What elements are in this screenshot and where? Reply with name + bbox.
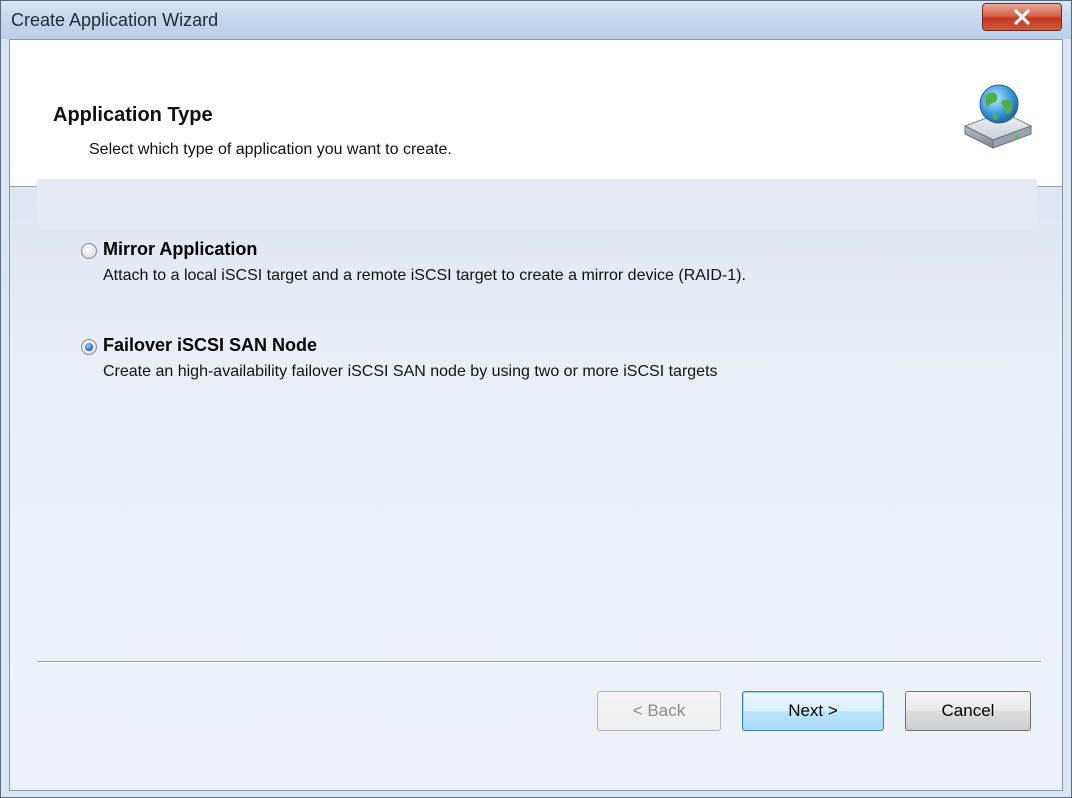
option-label[interactable]: Mirror Application (103, 239, 257, 260)
close-button[interactable] (982, 3, 1062, 31)
next-button[interactable]: Next > (742, 691, 884, 731)
wizard-client-area: Application Type Select which type of ap… (9, 39, 1063, 791)
wizard-header: Application Type Select which type of ap… (10, 40, 1062, 187)
page-subtitle: Select which type of application you wan… (89, 141, 452, 158)
radio-failover-iscsi-san-node[interactable] (81, 339, 97, 355)
window-title: Create Application Wizard (11, 10, 219, 30)
selected-option-highlight (37, 179, 1037, 229)
close-icon (1014, 9, 1030, 25)
cancel-button[interactable]: Cancel (905, 691, 1031, 731)
page-title: Application Type (53, 104, 213, 126)
back-button[interactable]: < Back (597, 691, 721, 731)
globe-drive-icon (963, 84, 1033, 149)
wizard-window: Create Application Wizard Application Ty… (0, 0, 1072, 798)
title-bar: Create Application Wizard (1, 1, 1071, 39)
footer-separator (37, 661, 1041, 663)
option-description: Attach to a local iSCSI target and a rem… (103, 267, 746, 284)
option-label[interactable]: Failover iSCSI SAN Node (103, 335, 317, 356)
option-description: Create an high-availability failover iSC… (103, 363, 718, 380)
radio-mirror-application[interactable] (81, 243, 97, 259)
